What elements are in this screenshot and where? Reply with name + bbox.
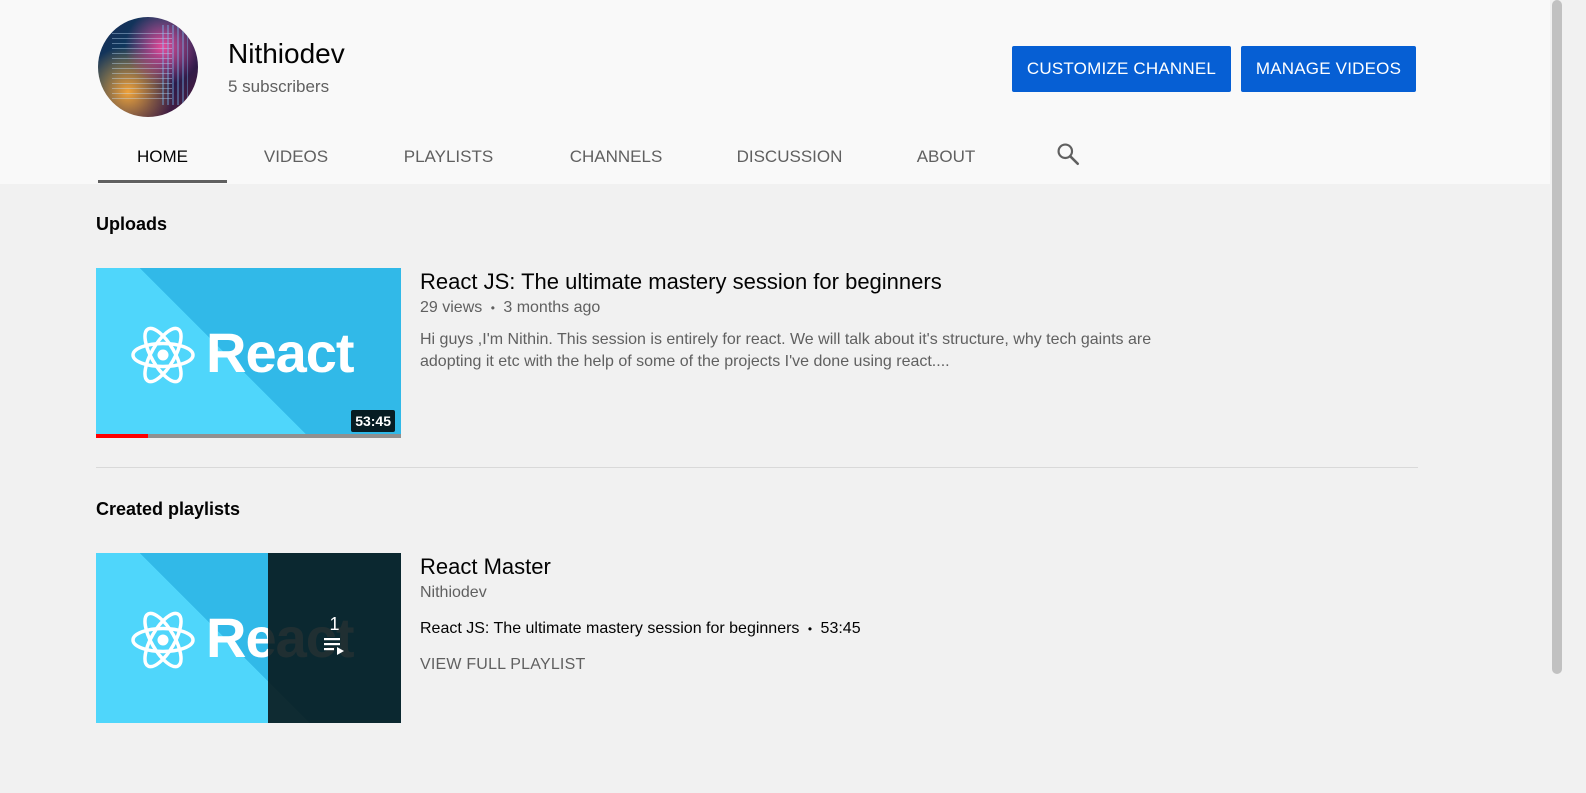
customize-channel-button[interactable]: CUSTOMIZE CHANNEL	[1012, 46, 1231, 92]
video-title[interactable]: React JS: The ultimate mastery session f…	[420, 269, 942, 295]
tab-channels[interactable]: CHANNELS	[552, 130, 680, 184]
search-icon[interactable]	[1052, 138, 1084, 170]
tab-playlists[interactable]: PLAYLISTS	[386, 130, 511, 184]
uploads-section-title: Uploads	[96, 214, 168, 234]
scrollbar-thumb[interactable]	[1552, 0, 1562, 674]
first-video-duration: 53:45	[820, 620, 861, 637]
watch-progress-track	[96, 434, 401, 438]
playlist-queue-icon	[323, 637, 344, 655]
react-logo-icon	[131, 611, 195, 669]
tab-videos[interactable]: VIDEOS	[238, 130, 354, 184]
section-divider	[96, 467, 1418, 468]
meta-separator: •	[490, 301, 495, 315]
playlist-first-video[interactable]: React JS: The ultimate mastery session f…	[420, 620, 861, 638]
active-tab-indicator	[98, 180, 227, 183]
tab-home[interactable]: HOME	[98, 130, 227, 184]
react-logo-icon	[131, 326, 195, 384]
watch-progress-fill	[96, 434, 148, 438]
thumbnail-text: React	[206, 321, 355, 384]
video-age: 3 months ago	[503, 299, 601, 316]
channel-tabs: HOME VIDEOS PLAYLISTS CHANNELS DISCUSSIO…	[0, 130, 1550, 184]
video-meta: 29 views • 3 months ago	[420, 299, 600, 317]
page-margin	[1566, 0, 1586, 793]
playlists-section-title: Created playlists	[96, 499, 241, 519]
video-duration: 53:45	[351, 410, 395, 432]
view-full-playlist-link[interactable]: VIEW FULL PLAYLIST	[420, 656, 585, 674]
video-description: Hi guys ,I'm Nithin. This session is ent…	[420, 329, 1180, 373]
meta-separator: •	[807, 622, 813, 636]
tab-about[interactable]: ABOUT	[898, 130, 994, 184]
first-video-title: React JS: The ultimate mastery session f…	[420, 620, 800, 637]
playlist-video-count: 1	[329, 613, 340, 634]
description-line: Hi guys ,I'm Nithin. This session is ent…	[420, 331, 1152, 348]
playlist-thumbnail[interactable]: React 1	[96, 553, 401, 723]
video-thumbnail[interactable]: React 53:45	[96, 268, 401, 438]
playlist-count-overlay: 1	[268, 553, 401, 723]
playlist-owner[interactable]: Nithiodev	[420, 584, 487, 602]
tab-discussion[interactable]: DISCUSSION	[720, 130, 859, 184]
subscriber-count: 5 subscribers	[228, 77, 330, 96]
channel-avatar[interactable]	[98, 17, 198, 117]
manage-videos-button[interactable]: MANAGE VIDEOS	[1241, 46, 1416, 92]
playlist-title[interactable]: React Master	[420, 554, 551, 580]
description-line: adopting it etc with the help of some of…	[420, 353, 950, 370]
channel-name: Nithiodev	[228, 38, 345, 69]
avatar-code-bars	[162, 25, 188, 105]
video-views: 29 views	[420, 299, 483, 316]
